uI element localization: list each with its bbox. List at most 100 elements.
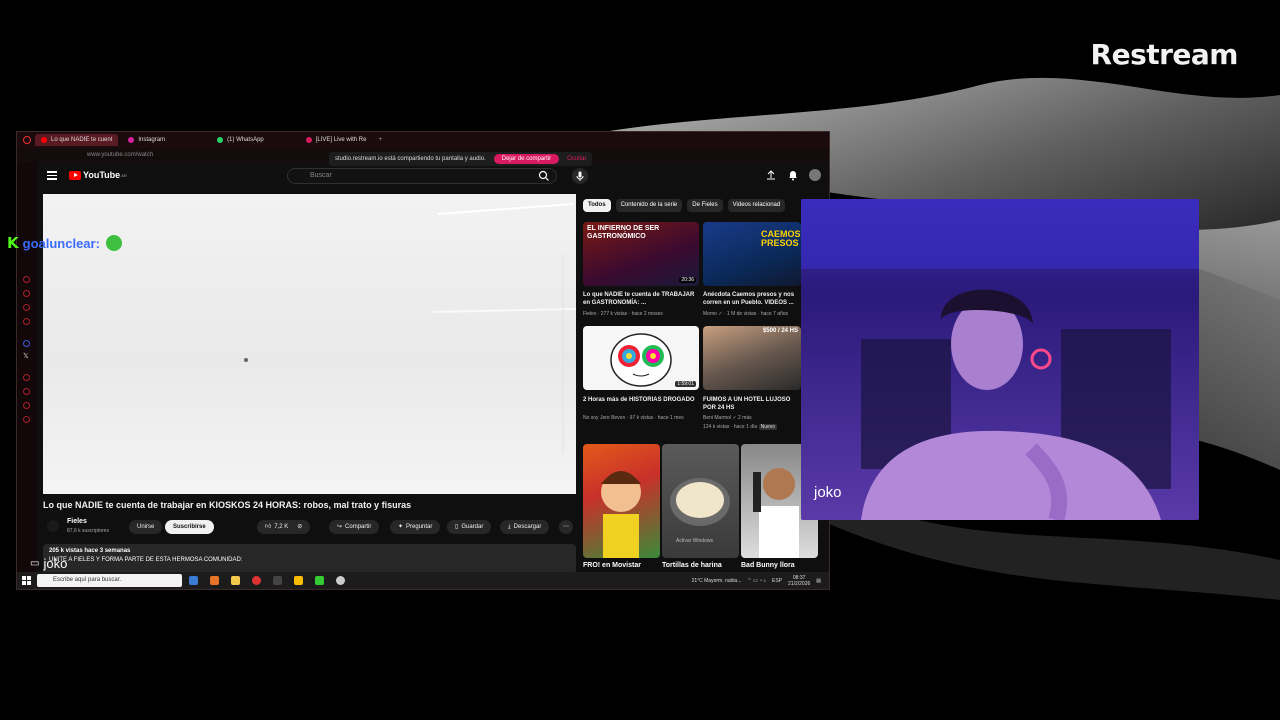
related-thumbnail[interactable]: CAEMOS PRESOS xyxy=(703,222,801,286)
related-title[interactable]: 2 Horas más de HISTORIAS DROGADO xyxy=(583,396,695,404)
video-description[interactable]: 205 k vistas hace 3 semanas UNITE A FIEL… xyxy=(43,544,576,574)
related-thumbnail[interactable]: 1:59:01 xyxy=(583,326,699,390)
clock[interactable]: 08:37 21/2/2026 xyxy=(788,575,810,587)
tab-whatsapp[interactable]: (1) WhatsApp xyxy=(211,134,270,146)
tray-icons[interactable]: ⌃ ▭ ◔ ♪ xyxy=(747,578,766,584)
browser-sidebar: 𝕏 xyxy=(17,162,37,582)
like-button[interactable]: 👍︎ 7,2 K ⊘ xyxy=(257,520,311,534)
ask-button[interactable]: ✦ Preguntar xyxy=(390,520,441,534)
thumbnail-art xyxy=(601,471,641,558)
youtube-logo-text: YouTube xyxy=(83,170,121,180)
sidebar-app-icon[interactable] xyxy=(23,290,30,297)
webcam-name-label: joko xyxy=(814,484,842,501)
country-code: AR xyxy=(121,172,127,178)
app-icon[interactable] xyxy=(210,576,219,585)
app-icon[interactable] xyxy=(315,576,324,585)
tab-youtube[interactable]: Lo que NADIE te cuent xyxy=(35,134,119,146)
short-title[interactable]: FRO! en Movistar xyxy=(583,562,641,569)
related-thumbnail[interactable]: EL INFIERNO DE SER GASTRONÓMICO 20:36 xyxy=(583,222,699,286)
subscribe-button[interactable]: Suscribirse xyxy=(165,520,214,534)
upload-icon[interactable] xyxy=(765,169,777,181)
stop-sharing-button[interactable]: Dejar de compartir xyxy=(493,154,560,164)
avatar[interactable] xyxy=(809,169,821,181)
related-meta: No soy Jere Bevon · 97 k vistas · hace 1… xyxy=(583,415,684,421)
subscriber-count: 87,6 k suscriptores xyxy=(67,528,109,534)
related-thumbnail[interactable]: $500 / 24 HS xyxy=(703,326,801,390)
app-icon[interactable] xyxy=(294,576,303,585)
file-explorer-icon[interactable] xyxy=(231,576,240,585)
bell-icon[interactable] xyxy=(787,169,799,181)
app-icon[interactable] xyxy=(273,576,282,585)
share-icon: ↪ xyxy=(337,524,343,530)
voice-search-button[interactable] xyxy=(572,168,588,184)
join-button[interactable]: Unirse xyxy=(129,520,163,534)
related-title[interactable]: Anécdota Caemos presos y nos corren en u… xyxy=(703,291,801,307)
like-icon: 👍︎ xyxy=(265,524,272,530)
search-input[interactable]: Buscar xyxy=(287,168,557,184)
more-actions-icon[interactable]: ⋯ xyxy=(559,520,573,534)
save-button[interactable]: ▯ Guardar xyxy=(447,520,492,534)
related-meta: Beni Marmol ✓ 2 más xyxy=(703,415,752,421)
save-label: Guardar xyxy=(461,524,484,530)
x-icon[interactable]: 𝕏 xyxy=(23,352,29,360)
tab-instagram[interactable]: Instagram xyxy=(122,134,171,146)
sidebar-app-icon[interactable] xyxy=(23,402,30,409)
short-thumbnail[interactable]: Activar Windows xyxy=(662,444,739,558)
download-button[interactable]: ⤓ Descargar xyxy=(500,520,550,534)
twitch-icon[interactable] xyxy=(23,340,30,347)
language-indicator[interactable]: ESP xyxy=(772,578,782,584)
windows-start-icon[interactable] xyxy=(22,576,31,585)
dislike-icon[interactable]: ⊘ xyxy=(297,520,302,534)
views-date: 205 k vistas hace 3 semanas xyxy=(49,548,131,554)
thumbnail-text: CAEMOS PRESOS xyxy=(761,229,801,248)
instagram-icon xyxy=(128,137,135,143)
sidebar-app-icon[interactable] xyxy=(23,388,30,395)
short-title[interactable]: Tortillas de harina xyxy=(662,562,722,569)
related-title[interactable]: Lo que NADIE te cuenta de TRABAJAR en GA… xyxy=(583,291,695,307)
bookmark-icon: ▯ xyxy=(455,524,459,530)
youtube-logo[interactable]: YouTube AR xyxy=(69,170,127,180)
windows-taskbar: Escribe aquí para buscar. 21°C Mayorm. n… xyxy=(17,572,829,589)
taskbar-search-input[interactable]: Escribe aquí para buscar. xyxy=(37,574,182,587)
filter-chips: Todos Contenido de la serie De Fieles Vi… xyxy=(583,199,786,212)
whatsapp-icon xyxy=(217,137,224,143)
url-text[interactable]: www.youtube.com/watch xyxy=(87,152,153,158)
sidebar-app-icon[interactable] xyxy=(23,276,30,283)
channel-avatar[interactable] xyxy=(47,520,59,532)
chat-username: goalunclear: xyxy=(22,235,100,251)
notification-icon[interactable]: ▤ xyxy=(816,578,821,584)
share-button[interactable]: ↪ Compartir xyxy=(329,520,380,534)
opera-icon[interactable] xyxy=(252,576,261,585)
new-tab-icon[interactable]: + xyxy=(378,137,382,143)
channel-row: Fieles 87,6 k suscriptores Unirse Suscri… xyxy=(43,516,576,538)
hide-notice-button[interactable]: Ocultar xyxy=(567,156,586,162)
video-player[interactable] xyxy=(43,194,577,494)
small-name-text: joko xyxy=(43,556,68,571)
weather-widget[interactable]: 21°C Mayorm. nubla... xyxy=(692,578,742,584)
chip-channel[interactable]: De Fieles xyxy=(687,199,723,212)
task-view-icon[interactable] xyxy=(189,576,198,585)
menu-icon[interactable] xyxy=(47,171,57,180)
microphone-icon xyxy=(576,171,584,181)
opera-icon[interactable] xyxy=(23,136,31,144)
live-icon xyxy=(305,137,312,143)
chip-related[interactable]: Videos relacionad xyxy=(727,199,786,212)
sidebar-app-icon[interactable] xyxy=(23,318,30,325)
chip-all[interactable]: Todos xyxy=(583,199,611,212)
search-icon[interactable] xyxy=(537,169,551,183)
sidebar-app-icon[interactable] xyxy=(23,416,30,423)
short-title[interactable]: Bad Bunny llora xyxy=(741,562,795,569)
app-icon[interactable] xyxy=(336,576,345,585)
related-title[interactable]: FUIMOS A UN HOTEL LUJOSO POR 24 HS xyxy=(703,396,801,412)
channel-name[interactable]: Fieles xyxy=(67,518,87,525)
short-thumbnail[interactable] xyxy=(583,444,660,558)
tab-restream[interactable]: [LIVE] Live with Re xyxy=(300,134,373,146)
new-badge: Nuevo xyxy=(758,424,778,430)
tab-label: [LIVE] Live with Re xyxy=(315,137,367,143)
youtube-favicon-icon xyxy=(41,137,47,143)
chat-bubble-icon: ▭ xyxy=(30,558,40,569)
webcam-feed xyxy=(801,199,1199,520)
chip-series[interactable]: Contenido de la serie xyxy=(615,199,683,212)
sidebar-app-icon[interactable] xyxy=(23,374,30,381)
sidebar-app-icon[interactable] xyxy=(23,304,30,311)
